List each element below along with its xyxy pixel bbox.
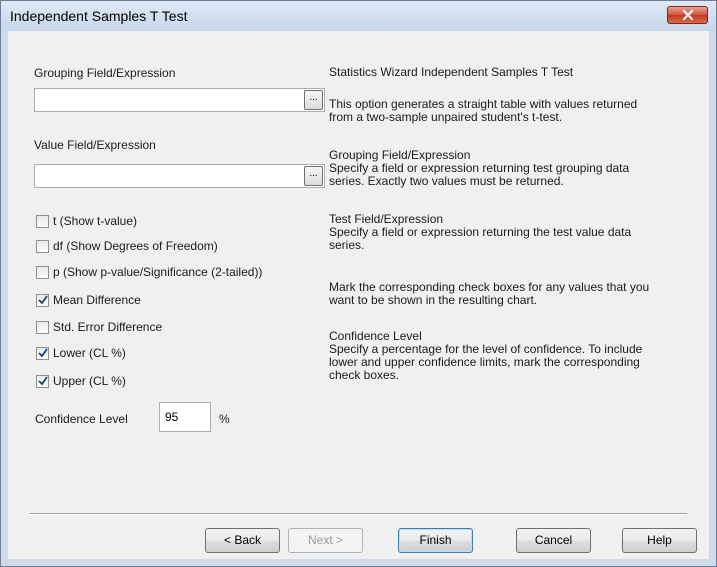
back-button[interactable]: < Back — [205, 528, 280, 553]
grouping-field-box: ... — [34, 88, 325, 112]
finish-button[interactable]: Finish — [398, 528, 473, 553]
checkbox-label: df (Show Degrees of Freedom) — [53, 239, 218, 253]
cancel-button[interactable]: Cancel — [516, 528, 591, 553]
grouping-field-label: Grouping Field/Expression — [34, 66, 176, 80]
value-field-label: Value Field/Expression — [34, 138, 156, 152]
help-mark-section: Mark the corresponding check boxes for a… — [329, 281, 699, 307]
checkmark-icon — [38, 295, 48, 305]
checkmark-icon — [38, 348, 48, 358]
button-separator — [30, 513, 687, 515]
close-icon — [682, 10, 694, 20]
help-heading: Statistics Wizard Independent Samples T … — [329, 65, 574, 79]
checkbox-box[interactable] — [36, 240, 49, 253]
help-confidence-section: Confidence Level Specify a percentage fo… — [329, 330, 699, 382]
help-line: check boxes. — [329, 368, 400, 382]
checkbox-box[interactable] — [36, 375, 49, 388]
help-line: want to be shown in the resulting chart. — [329, 293, 538, 307]
checkbox-label: t (Show t-value) — [53, 214, 138, 228]
help-grouping-section: Grouping Field/Expression Specify a fiel… — [329, 149, 699, 188]
checkbox-box[interactable] — [36, 266, 49, 279]
checkbox-box[interactable] — [36, 321, 49, 334]
help-button[interactable]: Help — [622, 528, 697, 553]
help-line: Specify a field or expression returning … — [329, 225, 632, 239]
help-test-section: Test Field/Expression Specify a field or… — [329, 213, 699, 252]
confidence-level-input[interactable] — [160, 403, 210, 431]
dialog-window: Independent Samples T Test Grouping Fiel… — [0, 0, 717, 567]
close-button[interactable] — [667, 6, 708, 24]
checkbox-box[interactable] — [36, 347, 49, 360]
dialog-client-area: Grouping Field/Expression ... Value Fiel… — [8, 31, 709, 559]
title-bar[interactable]: Independent Samples T Test — [1, 1, 716, 31]
checkbox-label: Mean Difference — [53, 293, 141, 307]
confidence-level-label: Confidence Level — [35, 412, 128, 426]
checkmark-icon — [38, 376, 48, 386]
value-field-input[interactable] — [35, 165, 303, 187]
checkbox-label: Std. Error Difference — [53, 320, 163, 334]
help-line: series. — [329, 238, 365, 252]
checkbox-label: Lower (CL %) — [53, 346, 126, 360]
checkbox-box[interactable] — [36, 294, 49, 307]
next-button[interactable]: Next > — [288, 528, 363, 553]
checkbox-label: Upper (CL %) — [53, 374, 126, 388]
percent-unit-label: % — [219, 412, 230, 426]
window-title: Independent Samples T Test — [10, 8, 188, 24]
confidence-level-box — [159, 402, 211, 432]
help-line: from a two-sample unpaired student's t-t… — [329, 110, 563, 124]
grouping-browse-button[interactable]: ... — [304, 90, 323, 110]
value-field-box: ... — [34, 164, 325, 188]
checkbox-box[interactable] — [36, 215, 49, 228]
help-intro: This option generates a straight table w… — [329, 98, 699, 124]
grouping-field-input[interactable] — [35, 89, 303, 111]
value-browse-button[interactable]: ... — [304, 166, 323, 186]
checkbox-label: p (Show p-value/Significance (2-tailed)) — [53, 265, 263, 279]
help-line: series. Exactly two values must be retur… — [329, 174, 564, 188]
